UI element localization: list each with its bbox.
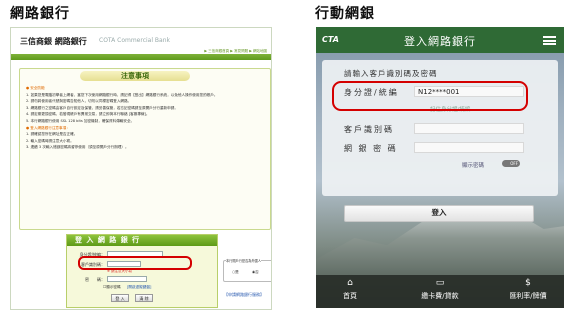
foreigner-option-box: 本行開戶行是否為外國人 ○是 ◉否	[223, 258, 271, 282]
notice-line: 5. 本行網路銀行使用 SSL 128 bits 加密機制，確保資料傳輸安全。	[26, 118, 135, 123]
login-title: 登 入 網 路 銀 行	[67, 235, 217, 246]
notice-line[interactable]: ● 安全防範	[26, 85, 264, 92]
user-id-field[interactable]	[414, 123, 524, 134]
password-field[interactable]	[107, 276, 147, 282]
web-header: 三信商銀 網路銀行 COTA Commercial Bank ▶ 三信商銀首頁 …	[11, 28, 271, 54]
apply-service-link[interactable]: 【申請網路銀行服務】	[224, 292, 264, 298]
login-button[interactable]: 登 入	[111, 294, 129, 302]
bank-name: 三信商銀 網路銀行	[20, 37, 87, 46]
web-banking-page: 三信商銀 網路銀行 COTA Commercial Bank ▶ 三信商銀首頁 …	[10, 27, 272, 310]
nav-label: 匯利率/牌價	[509, 292, 547, 300]
notice-line: 3. 連續 3 次輸入錯誤密碼將暫停使用（須至原開戶分行辦理）。	[26, 145, 129, 150]
show-password-toggle[interactable]: OFF	[502, 160, 520, 167]
notice-panel: 注意事項 ● 安全防範 1. 如果您是電腦初學者上網者，當您下次使用網路銀行時，…	[19, 68, 271, 230]
show-password-checkbox[interactable]: ☐顯示密碼	[103, 285, 121, 290]
highlight-frame	[78, 256, 192, 270]
password-label: 網 銀 密 碼	[344, 144, 398, 153]
notice-line: ● 登入網路銀行注意事項：	[26, 125, 70, 130]
login-button[interactable]: 登入	[344, 205, 534, 222]
bottom-nav: ⌂ 首頁 ▭ 繳卡費/貸款 $ 匯利率/牌價	[316, 275, 564, 308]
mobile-banking-screen: CTA 登入網路銀行 請輸入客戶識別碼及密碼 身分證/統編 N12****001…	[316, 27, 564, 308]
notice-body: ● 安全防範 1. 如果您是電腦初學者上網者，當您下次使用網路銀行時，請記得【登…	[26, 85, 264, 151]
password-field[interactable]	[414, 142, 524, 153]
notice-line: 3. 網路銀行之密碼由客戶自行設定及保管，請妥善保管，若忘記密碼請至原開戶分行重…	[26, 105, 178, 110]
password-label: 密 碼：	[85, 277, 105, 282]
notice-line: 4. 請定期更換密碼，若發現帳戶有異常交易，請立即與本行聯絡 [客服專線]。	[26, 112, 150, 117]
highlight-frame	[332, 81, 528, 111]
clear-button[interactable]: 清 除	[135, 294, 153, 302]
card-icon: ▭	[435, 278, 445, 288]
nav-home[interactable]: ⌂ 首頁	[330, 277, 370, 302]
phone-title: 登入網路銀行	[404, 35, 476, 48]
show-password-label: 顯示密碼	[106, 285, 121, 289]
home-icon: ⌂	[347, 278, 353, 288]
radio-yes[interactable]: ○是	[232, 270, 239, 275]
radio-no[interactable]: ◉否	[252, 270, 259, 275]
nav-label: 繳卡費/貸款	[421, 292, 459, 300]
virtual-keyboard-link[interactable]: [開啟虛擬鍵盤]	[127, 285, 151, 290]
notice-line: 1. 如果您是電腦初學者上網者，當您下次使用網路銀行時，請記得【登出】網路銀行系…	[26, 92, 218, 97]
notice-line: 1. 請確認您所在網址是否正確。	[26, 132, 78, 137]
notice-line: 2. 輸入密碼時請注意大小寫。	[26, 138, 74, 143]
top-bar	[11, 54, 271, 60]
user-id-label: 客戶識別碼	[344, 125, 394, 134]
exchange-icon: $	[525, 278, 531, 288]
web-banking-heading: 網路銀行	[10, 6, 70, 22]
phone-header: CTA 登入網路銀行	[316, 27, 564, 53]
radio-yes-label: 是	[235, 270, 239, 274]
menu-icon[interactable]	[543, 36, 556, 45]
notice-line: 2. 請勿將使用者代號與密碼告知他人，切勿以同樣密碼登入網路。	[26, 99, 132, 104]
foreigner-option-title: 本行開戶行是否為外國人	[226, 258, 262, 263]
show-password-label: 顯示密碼	[462, 163, 485, 169]
nav-label: 首頁	[343, 292, 357, 300]
notice-title: 注意事項	[80, 71, 190, 81]
bank-english-name: COTA Commercial Bank	[99, 37, 170, 44]
login-prompt: 請輸入客戶識別碼及密碼	[344, 69, 438, 78]
mobile-banking-heading: 行動網銀	[315, 6, 375, 22]
web-login-box: 登 入 網 路 銀 行 身分證/統編： 客戶識別碼： ※ 請注意大小寫 密 碼：…	[66, 234, 218, 308]
nav-exchange-rates[interactable]: $ 匯利率/牌價	[498, 277, 558, 302]
nav-card-payment[interactable]: ▭ 繳卡費/貸款	[410, 277, 470, 302]
radio-no-label: 否	[255, 270, 259, 274]
